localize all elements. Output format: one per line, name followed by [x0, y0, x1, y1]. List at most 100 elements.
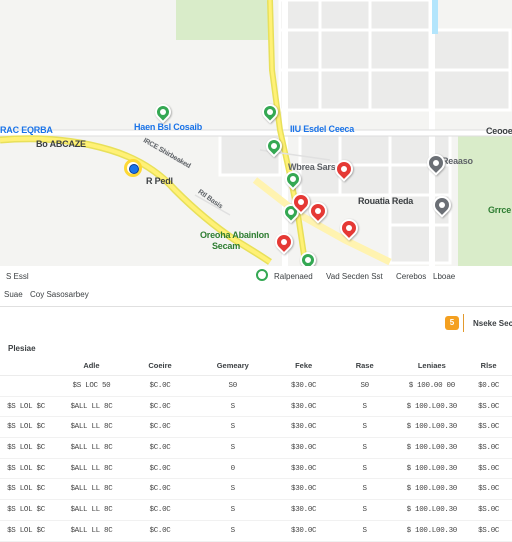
area-label: Oreoha Abainlon [200, 230, 270, 240]
table-cell: $30.0C [276, 375, 331, 397]
column-header[interactable]: Feke [276, 355, 331, 376]
table-cell: $C.0C [130, 396, 190, 418]
table-cell: $30.0C [276, 499, 331, 521]
table-cell: S [189, 416, 277, 439]
table-cell: $ALL LL 8C [52, 416, 131, 439]
table-cell: $0.0C [465, 375, 512, 397]
column-header[interactable]: Adle [52, 355, 131, 376]
poi-label: Reaaso [442, 156, 473, 166]
filter-chip-icon[interactable] [256, 269, 268, 281]
table-cell: $C.0C [130, 375, 190, 397]
table-cell: $C.0C [130, 520, 190, 542]
table-cell: S [330, 458, 399, 480]
area-label: IIU Esdel Ceeca [290, 124, 355, 134]
filter-chip[interactable]: Cerebos [396, 272, 426, 281]
current-location-icon[interactable] [124, 159, 142, 177]
table-cell: S [330, 396, 399, 418]
area-label: Ceooe [486, 126, 512, 136]
table-row[interactable]: $S LOL $C $ALL LL 8C $C.0C S $30.0C S $ 100.L0… [0, 437, 512, 459]
table-cell: $ 100.L00.30 [398, 458, 466, 480]
table-cell: $ALL LL 8C [52, 520, 131, 542]
table-row[interactable]: $S LOL $C $ALL LL 8C $C.0C S $30.0C S $ 100.L0… [0, 478, 512, 501]
strip-label[interactable]: Coy Sasosarbey [30, 290, 89, 299]
filter-chip[interactable]: Lboae [433, 272, 455, 281]
table-cell: S [330, 416, 399, 439]
table-cell: $ 100.L00.30 [398, 437, 466, 459]
table-cell: $S LOC 50 [52, 375, 131, 397]
table-row[interactable]: $S LOL $C $ALL LL 8C $C.0C S $30.0C S $ 100.L0… [0, 396, 512, 418]
table-cell: $C.0C [130, 458, 190, 480]
table-cell: $S LOL $C [0, 396, 53, 418]
street-label: RAC EQRBA [0, 125, 53, 135]
table-cell: $30.0C [276, 520, 331, 542]
table-cell: $C.0C [130, 416, 190, 439]
strip-label: Suae [4, 290, 23, 299]
column-header[interactable]: Leniaes [398, 355, 466, 376]
table-cell: S [330, 499, 399, 521]
table-cell: $30.0C [276, 478, 331, 501]
table-cell: $S LOL $C [0, 520, 53, 542]
column-header[interactable]: Coeire [130, 355, 190, 376]
filter-chip[interactable]: Ralpenaed [274, 272, 313, 281]
table-row[interactable]: $S LOC 50 $C.0C S0 $30.0C S0 $ 100.00 00 $0.0C [0, 375, 512, 397]
table-cell: S [330, 478, 399, 501]
park-label: Grrce [488, 205, 512, 215]
table-cell: $ALL LL 8C [52, 458, 131, 480]
panel-heading: Nseke Sec [473, 319, 512, 328]
table-cell: S [189, 499, 277, 521]
table-cell: $ 100.L00.30 [398, 499, 466, 521]
table-cell: S [330, 437, 399, 459]
section-title: Plesiae [8, 344, 36, 353]
table-cell: $S LOL $C [0, 458, 53, 480]
area-label: Secam [212, 241, 241, 251]
table-cell: S [330, 520, 399, 542]
warning-icon[interactable]: 5 [445, 316, 459, 330]
table-cell: S [189, 520, 277, 542]
table-cell: $30.0C [276, 396, 331, 418]
table-cell: $ALL LL 8C [52, 478, 131, 501]
table-cell: $ 100.L00.30 [398, 520, 466, 542]
table-cell: $S.0C [465, 499, 512, 521]
table-cell: S [189, 437, 277, 459]
table-cell: $30.0C [276, 458, 331, 480]
poi-label: Rouatia Reda [358, 196, 414, 206]
table-cell: $S LOL $C [0, 499, 53, 521]
divider [463, 314, 464, 332]
column-header[interactable]: Rlse [465, 355, 512, 376]
table-header-row: Adle Coeire Gemeary Feke Rase Leniaes Rl… [0, 355, 512, 376]
area-label: Haen Bsl Cosaib [134, 122, 203, 132]
table-cell: $S LOL $C [0, 437, 53, 459]
table-cell: $S.0C [465, 396, 512, 418]
table-cell [0, 375, 53, 397]
table-cell: $C.0C [130, 499, 190, 521]
table-row[interactable]: $S LOL $C $ALL LL 8C $C.0C S $30.0C S $ 100.L0… [0, 416, 512, 439]
table-row[interactable]: $S LOL $C $ALL LL 8C $C.0C S $30.0C S $ 100.L0… [0, 499, 512, 521]
table-cell: $S.0C [465, 478, 512, 501]
table-cell: $ 100.00 00 [398, 375, 466, 397]
column-header[interactable]: Rase [330, 355, 399, 376]
table-cell: $C.0C [130, 437, 190, 459]
table-cell: S [189, 478, 277, 501]
street-label: Bo ABCAZE [36, 139, 86, 149]
table-cell: $ALL LL 8C [52, 499, 131, 521]
table-cell: S0 [189, 375, 277, 397]
table-cell: $S LOL $C [0, 478, 53, 501]
table-cell: $ 100.L00.30 [398, 478, 466, 501]
table-row[interactable]: $S LOL $C $ALL LL 8C $C.0C S $30.0C S $ 100.L0… [0, 520, 512, 542]
table-cell: S0 [330, 375, 399, 397]
table-cell: $S.0C [465, 520, 512, 542]
table-cell: $S.0C [465, 437, 512, 459]
filter-chip[interactable]: Vad Secden Sst [326, 272, 383, 281]
table-cell: $30.0C [276, 416, 331, 439]
table-cell: S [189, 396, 277, 418]
table-cell: $ 100.L00.30 [398, 416, 466, 439]
map-canvas[interactable]: RAC EQRBA Bo ABCAZE IRCE Shirbeaked Haen… [0, 0, 512, 266]
column-header[interactable] [0, 355, 53, 376]
table-cell: $ALL LL 8C [52, 396, 131, 418]
table-cell: $S.0C [465, 416, 512, 439]
table-row[interactable]: $S LOL $C $ALL LL 8C $C.0C 0 $30.0C S $ 100.L0… [0, 458, 512, 480]
table-cell: $ALL LL 8C [52, 437, 131, 459]
column-header[interactable]: Gemeary [189, 355, 277, 376]
table-cell: $S LOL $C [0, 416, 53, 439]
table-cell: $S.0C [465, 458, 512, 480]
